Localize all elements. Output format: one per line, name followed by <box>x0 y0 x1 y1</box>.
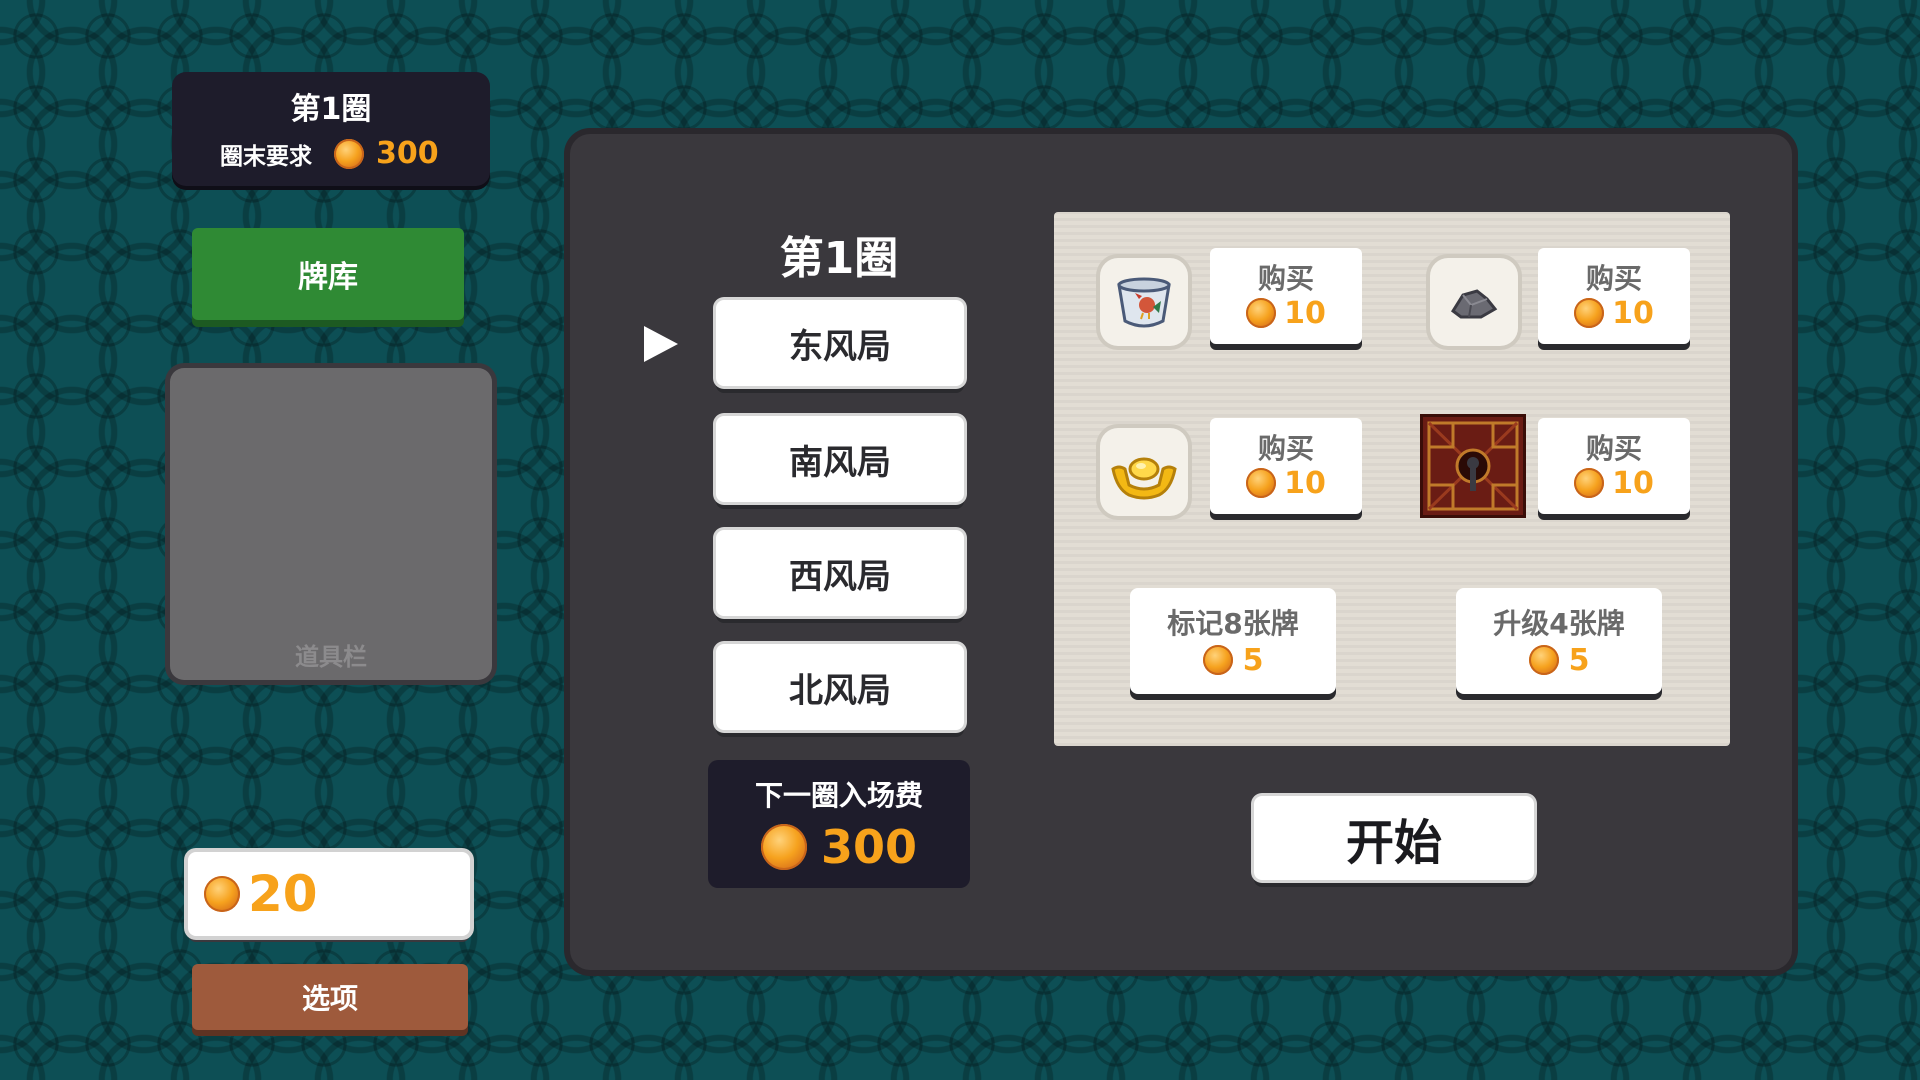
item-bar-label: 道具栏 <box>295 643 367 671</box>
coin-icon <box>1574 298 1605 328</box>
main-round-title: 第1圈 <box>779 233 899 284</box>
buy-label: 购买 <box>1257 261 1314 295</box>
coin-icon <box>204 876 240 912</box>
round-option-east[interactable]: 东风局 <box>716 300 964 386</box>
buy-button[interactable]: 购买 10 <box>1210 248 1362 344</box>
start-button[interactable]: 开始 <box>1254 796 1534 880</box>
shop-item-icon[interactable] <box>1100 428 1188 516</box>
lattice-lantern-icon <box>1427 421 1519 511</box>
rooster-cup-icon <box>1117 277 1171 328</box>
options-button[interactable]: 选项 <box>192 964 468 1030</box>
item-price: 10 <box>1574 296 1654 331</box>
coin-icon <box>1574 468 1605 498</box>
shop-item-icon[interactable] <box>1430 258 1518 346</box>
mark-cards-service-button[interactable]: 标记8张牌 5 <box>1130 588 1336 694</box>
entry-fee-label: 下一圈入场费 <box>754 779 923 812</box>
requirement-value: 300 <box>376 136 439 171</box>
item-price: 10 <box>1246 466 1326 501</box>
buy-button[interactable]: 购买 10 <box>1538 418 1690 514</box>
item-price-value: 10 <box>1284 295 1326 331</box>
item-price-value: 10 <box>1612 295 1654 331</box>
buy-button[interactable]: 购买 10 <box>1210 418 1362 514</box>
buy-label: 购买 <box>1585 431 1642 465</box>
round-option-south[interactable]: 南风局 <box>716 416 964 502</box>
coin-icon <box>1528 645 1559 675</box>
shop-item-icon[interactable] <box>1100 258 1188 346</box>
round-title: 第1圈 <box>290 92 372 127</box>
gold-ingot-icon <box>1111 457 1177 500</box>
coin-icon <box>760 824 807 870</box>
item-price-value: 10 <box>1284 465 1326 501</box>
shop-item-icon[interactable] <box>1420 414 1526 518</box>
coin-icon <box>334 138 364 169</box>
item-price: 10 <box>1574 466 1654 501</box>
options-button-label: 选项 <box>301 982 358 1015</box>
buy-label: 购买 <box>1257 431 1314 465</box>
round-option-label: 北风局 <box>789 670 891 711</box>
service-price-value: 5 <box>1242 642 1264 678</box>
selection-arrow-icon <box>644 326 678 362</box>
money-display: 20 <box>188 852 470 936</box>
round-info-panel: 第1圈 圈末要求 300 <box>172 72 490 186</box>
coin-icon <box>1246 298 1277 328</box>
service-label: 标记8张牌 <box>1167 606 1299 640</box>
deck-button-label: 牌库 <box>298 260 358 295</box>
round-option-label: 东风局 <box>789 326 891 367</box>
coin-icon <box>1202 645 1233 675</box>
coin-icon <box>1246 468 1277 498</box>
stone-icon <box>1450 289 1498 319</box>
item-price: 10 <box>1246 296 1326 331</box>
item-bar[interactable]: 道具栏 <box>170 368 492 680</box>
round-option-label: 南风局 <box>789 442 891 483</box>
entry-fee-box: 下一圈入场费 300 <box>708 760 970 888</box>
buy-label: 购买 <box>1585 261 1642 295</box>
deck-button[interactable]: 牌库 <box>192 228 464 320</box>
service-price-value: 5 <box>1568 642 1590 678</box>
round-option-west[interactable]: 西风局 <box>716 530 964 616</box>
round-option-north[interactable]: 北风局 <box>716 644 964 730</box>
money-value: 20 <box>248 865 318 923</box>
service-label: 升级4张牌 <box>1493 606 1625 640</box>
round-option-label: 西风局 <box>789 556 891 597</box>
upgrade-cards-service-button[interactable]: 升级4张牌 5 <box>1456 588 1662 694</box>
service-price: 5 <box>1202 642 1264 678</box>
item-price-value: 10 <box>1612 465 1654 501</box>
service-price: 5 <box>1528 642 1590 678</box>
entry-fee-value: 300 <box>820 820 918 874</box>
start-button-label: 开始 <box>1345 815 1442 871</box>
buy-button[interactable]: 购买 10 <box>1538 248 1690 344</box>
requirement-label: 圈末要求 <box>220 143 312 170</box>
